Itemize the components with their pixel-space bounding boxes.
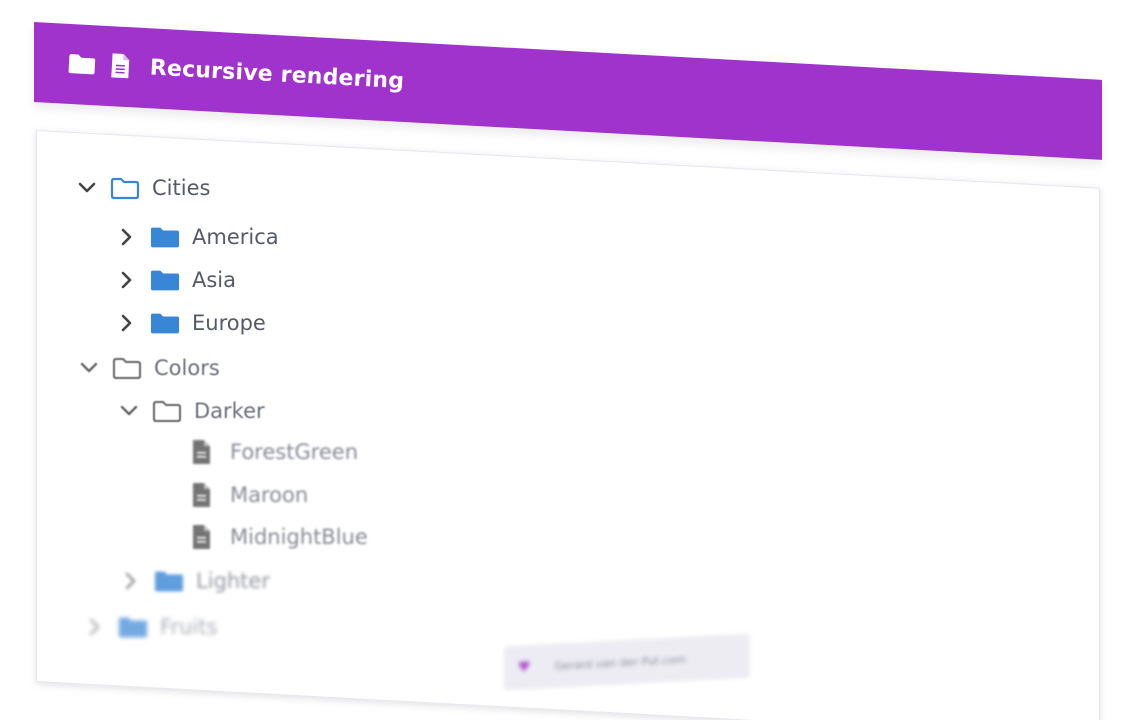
tree-node-america[interactable]: America (116, 222, 279, 252)
tree-node-europe[interactable]: Europe (116, 308, 266, 338)
tree-node-label: Darker (194, 399, 265, 423)
tree-leaf-label: MidnightBlue (230, 525, 368, 549)
folder-icon (150, 225, 180, 249)
tree-leaf-label: Maroon (230, 483, 309, 507)
folder-icon (150, 268, 180, 292)
folder-icon (150, 311, 180, 335)
file-icon (109, 52, 130, 79)
tree-leaf-forestgreen[interactable]: ForestGreen (190, 437, 358, 467)
chevron-down-icon[interactable] (76, 182, 98, 194)
tree-node-label: Cities (152, 176, 211, 200)
chevron-right-icon[interactable] (116, 314, 138, 332)
tree-node-label: Europe (192, 311, 266, 335)
chevron-right-icon[interactable] (116, 228, 138, 246)
tree-node-cities[interactable]: Cities (76, 173, 210, 203)
tree-leaf-midnightblue[interactable]: MidnightBlue (190, 522, 368, 552)
tree-node-label: Fruits (160, 615, 218, 639)
tree-node-label: Lighter (196, 569, 270, 593)
tree-leaf-maroon[interactable]: Maroon (190, 480, 308, 510)
heart-icon: ♥ (518, 659, 531, 676)
folder-open-icon (112, 356, 142, 380)
folder-icon (154, 569, 184, 593)
file-icon (190, 524, 212, 550)
folder-icon (118, 615, 148, 639)
folder-open-icon (110, 176, 140, 200)
tree-node-fruits[interactable]: Fruits (84, 612, 218, 642)
file-icon (190, 439, 212, 465)
tree-node-label: America (192, 225, 279, 249)
tree-leaf-label: ForestGreen (230, 440, 359, 464)
footer-text: Gerard van der Put.com (554, 652, 687, 673)
tree-node-colors[interactable]: Colors (78, 353, 220, 383)
tree-node-label: Asia (192, 268, 237, 292)
tree-node-darker[interactable]: Darker (118, 396, 265, 426)
file-icon (190, 482, 212, 508)
chevron-down-icon[interactable] (118, 405, 140, 417)
folder-icon (67, 52, 96, 75)
tree-node-lighter[interactable]: Lighter (120, 566, 270, 596)
folder-open-icon (152, 399, 182, 423)
chevron-down-icon[interactable] (78, 362, 100, 374)
chevron-right-icon[interactable] (120, 572, 142, 590)
tree-node-asia[interactable]: Asia (116, 265, 236, 295)
app-stage: Recursive rendering Cities America Asia (0, 0, 1139, 720)
chevron-right-icon[interactable] (84, 618, 106, 636)
tree-node-label: Colors (154, 356, 220, 380)
chevron-right-icon[interactable] (116, 271, 138, 289)
